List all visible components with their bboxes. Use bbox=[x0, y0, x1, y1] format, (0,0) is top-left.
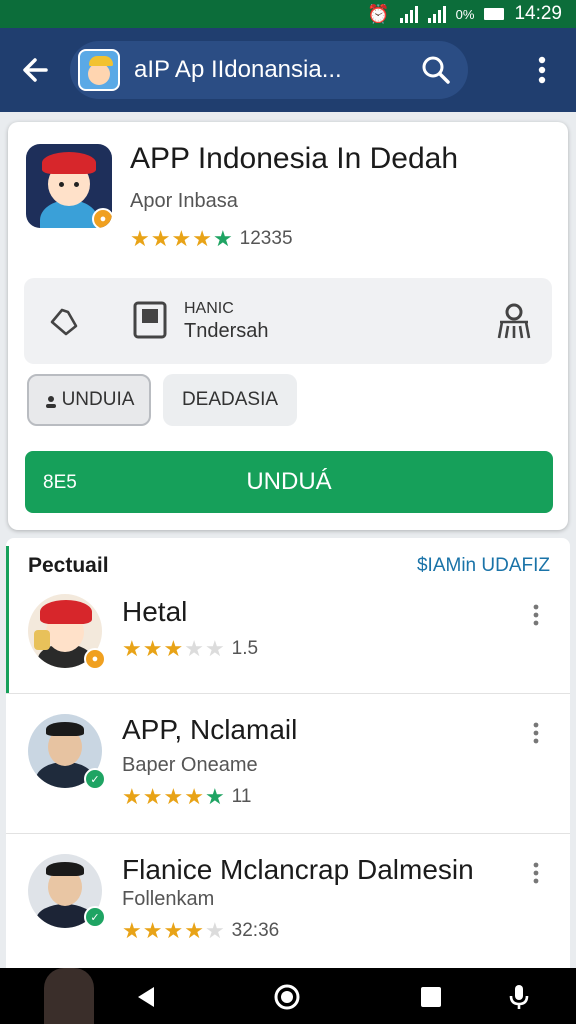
star-icon: ★ bbox=[184, 784, 205, 809]
list-item[interactable]: ✓ Flanice Mclancrap Dalmesin Follenkam ★… bbox=[6, 848, 570, 966]
star-icon: ★ bbox=[150, 226, 172, 251]
star-icon: ★ bbox=[142, 784, 164, 809]
back-arrow-icon bbox=[23, 58, 48, 82]
app-title: APP Indonesia In Dedah bbox=[130, 142, 459, 175]
star-icon: ★ bbox=[212, 226, 234, 251]
info-label: HANIC bbox=[184, 300, 234, 317]
section-heading: Pectuail bbox=[28, 554, 109, 577]
star-icon: ★ bbox=[163, 918, 185, 943]
home-circle-icon[interactable] bbox=[272, 982, 302, 1012]
star-icon: ★ bbox=[163, 636, 185, 661]
star-icon: ★ bbox=[204, 636, 226, 661]
star-icon: ★ bbox=[122, 784, 143, 809]
item-more-button[interactable] bbox=[526, 718, 546, 748]
star-icon: ★ bbox=[122, 918, 143, 943]
search-bar[interactable]: aIP Ap IIdonansia... bbox=[70, 41, 468, 99]
star-icon: ★ bbox=[204, 918, 226, 943]
overflow-menu-button[interactable] bbox=[468, 28, 576, 112]
list-divider bbox=[6, 833, 570, 834]
item-title: APP, Nclamail bbox=[122, 714, 298, 745]
badge-icon: ● bbox=[84, 648, 106, 670]
list-item[interactable]: ● Hetal ★ ★ ★ ★ ★ 1.5 bbox=[6, 590, 570, 692]
star-icon: ★ bbox=[204, 784, 226, 809]
back-triangle-icon[interactable] bbox=[132, 982, 162, 1012]
star-icon: ★ bbox=[184, 918, 205, 943]
tag-icon[interactable] bbox=[46, 304, 82, 340]
rating-count: 1.5 bbox=[231, 638, 259, 659]
star-rating: ★ ★ ★ ★ ★ bbox=[122, 638, 226, 660]
battery-icon bbox=[484, 8, 505, 20]
app-icon: ● bbox=[26, 144, 112, 228]
search-button[interactable] bbox=[416, 50, 456, 90]
star-icon: ★ bbox=[130, 226, 151, 251]
search-icon bbox=[422, 56, 450, 84]
item-subtitle: Follenkam bbox=[122, 888, 215, 910]
item-title: Hetal bbox=[122, 596, 188, 627]
worker-app-icon bbox=[78, 49, 120, 91]
more-vert-icon bbox=[533, 604, 539, 626]
star-icon: ★ bbox=[122, 636, 143, 661]
chip-button-1[interactable]: UNDUIA bbox=[27, 374, 151, 426]
star-icon: ★ bbox=[184, 636, 205, 661]
item-subtitle: Baper Oneame bbox=[122, 754, 258, 776]
more-vert-icon bbox=[533, 862, 539, 884]
star-icon: ★ bbox=[192, 226, 213, 251]
star-icon: ★ bbox=[163, 784, 185, 809]
list-divider bbox=[6, 693, 570, 694]
item-more-button[interactable] bbox=[526, 858, 546, 888]
see-all-link[interactable]: $IAMin UDAFIZ bbox=[417, 555, 550, 577]
list-item[interactable]: ✓ APP, Nclamail Baper Oneame ★ ★ ★ ★ ★ 11 bbox=[6, 708, 570, 832]
star-rating: ★ ★ ★ ★ ★ bbox=[122, 786, 226, 808]
install-button[interactable]: 8E5 UNDUÁ bbox=[25, 451, 553, 513]
status-bar: ⏰ 0% 14:29 bbox=[0, 0, 576, 28]
info-value: Tndersah bbox=[184, 320, 269, 342]
person-icon bbox=[44, 393, 58, 408]
more-vert-icon bbox=[538, 56, 546, 84]
rating-count: 11 bbox=[231, 786, 252, 807]
install-label: UNDUÁ bbox=[246, 468, 332, 495]
related-apps-section: Pectuail $IAMin UDAFIZ ● Hetal ★ ★ ★ ★ ★ 1.5… bbox=[6, 538, 570, 968]
chip-label-2: DEADASIA bbox=[181, 389, 279, 410]
item-more-button[interactable] bbox=[526, 600, 546, 630]
avatar-thumbnail bbox=[44, 968, 94, 1024]
back-button[interactable] bbox=[0, 28, 70, 112]
verified-badge-icon: ✓ bbox=[84, 906, 106, 928]
info-panel: HANIC Tndersah bbox=[24, 278, 552, 364]
signal-icon-2 bbox=[427, 5, 446, 23]
star-rating: ★ ★ ★ ★ ★ bbox=[122, 920, 226, 942]
item-rating: ★ ★ ★ ★ ★ 32:36 bbox=[122, 920, 279, 942]
book-icon bbox=[133, 301, 167, 339]
search-query[interactable]: aIP Ap IIdonansia... bbox=[134, 56, 416, 84]
navigation-bar bbox=[0, 968, 576, 1024]
content-rating-icon[interactable] bbox=[494, 300, 534, 342]
rating-count: 12335 bbox=[239, 228, 293, 249]
verified-badge-icon: ✓ bbox=[84, 768, 106, 790]
star-icon: ★ bbox=[171, 226, 193, 251]
star-icon: ★ bbox=[142, 636, 164, 661]
clock: 14:29 bbox=[514, 3, 562, 24]
item-title: Flanice Mclancrap Dalmesin bbox=[122, 854, 474, 885]
more-vert-icon bbox=[533, 722, 539, 744]
star-rating: ★ ★ ★ ★ ★ bbox=[130, 228, 234, 250]
app-bar: aIP Ap IIdonansia... bbox=[0, 28, 576, 112]
chip-button-2[interactable]: DEADASIA bbox=[163, 374, 297, 426]
rating-count: 32:36 bbox=[231, 920, 280, 941]
badge-icon: ● bbox=[92, 208, 112, 228]
battery-percent: 0% bbox=[455, 6, 475, 22]
item-rating: ★ ★ ★ ★ ★ 1.5 bbox=[122, 638, 258, 660]
star-icon: ★ bbox=[142, 918, 164, 943]
mic-icon[interactable] bbox=[504, 982, 534, 1012]
chip-label-1: UNDUIA bbox=[61, 389, 135, 410]
avatar-eye bbox=[74, 182, 79, 187]
signal-icon bbox=[399, 5, 418, 23]
avatar-eye bbox=[59, 182, 64, 187]
recents-square-icon[interactable] bbox=[416, 982, 446, 1012]
app-developer[interactable]: Apor Inbasa bbox=[130, 190, 238, 213]
item-rating: ★ ★ ★ ★ ★ 11 bbox=[122, 786, 251, 808]
app-rating: ★ ★ ★ ★ ★ 12335 bbox=[130, 228, 293, 250]
app-detail-card: ● APP Indonesia In Dedah Apor Inbasa ★ ★ ★… bbox=[8, 122, 568, 530]
alarm-icon: ⏰ bbox=[367, 4, 390, 24]
